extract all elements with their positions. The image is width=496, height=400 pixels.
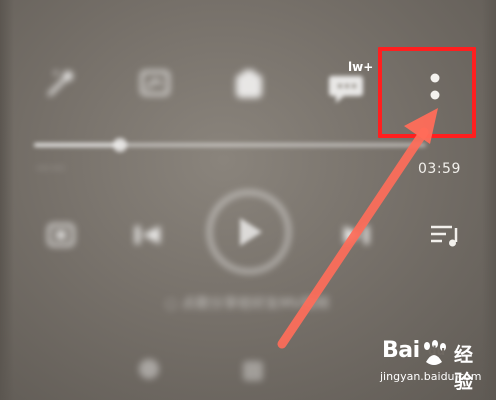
watermark-url: jingyan.baidu.com <box>380 370 482 383</box>
watermark-jingyan: 经验 <box>454 344 474 393</box>
baidu-watermark: Bai du 经验 jingyan.baidu.com <box>368 336 490 393</box>
music-player-screen: lw+ —— 03:59 ○ 点歌分享给好友MV视频 Bai du 经验 jin… <box>0 0 496 400</box>
watermark-du: du <box>428 344 446 358</box>
watermark-brand: Bai <box>382 338 420 363</box>
